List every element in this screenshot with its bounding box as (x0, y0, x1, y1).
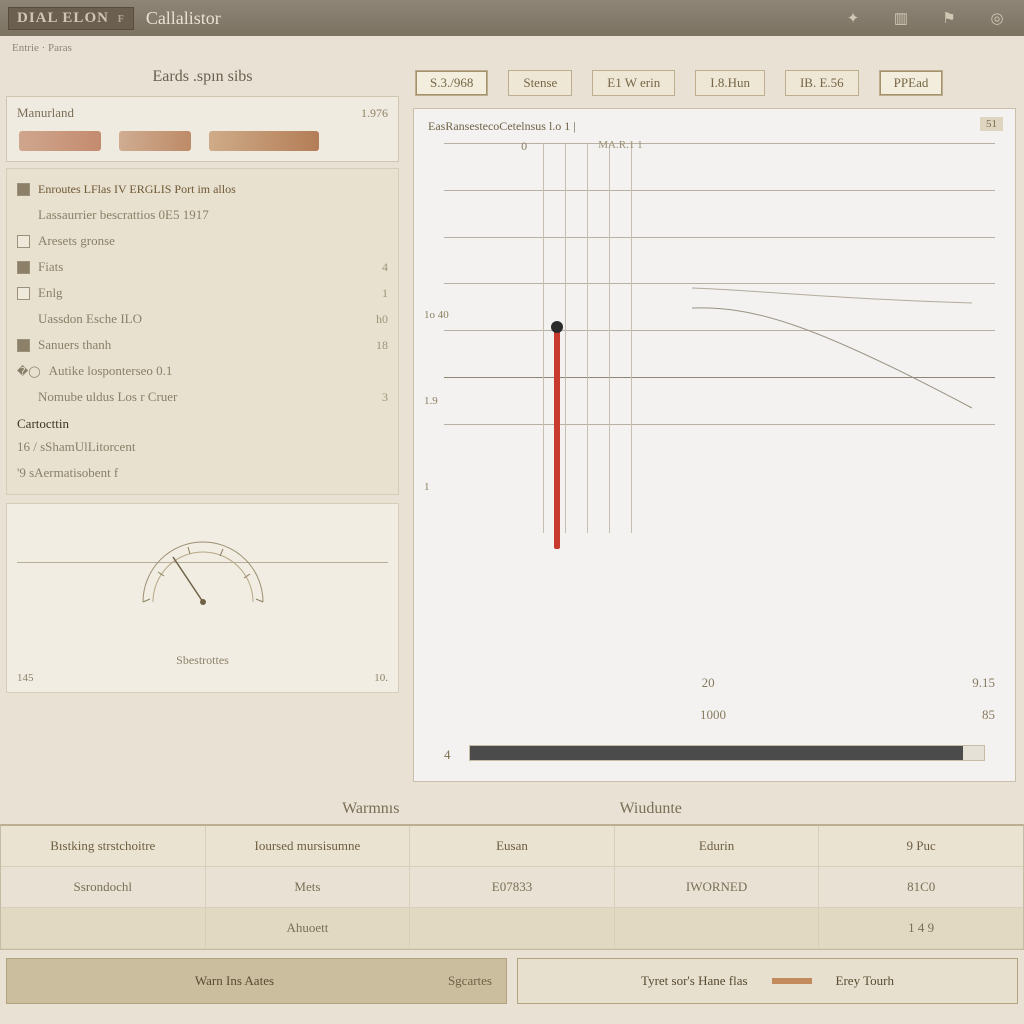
canvas-title: EasRansestecoCetelnsus l.o 1 | (428, 119, 1001, 134)
main-area: S.3./968 Stense E1 W erin I.8.Hun IB. E.56 PP… (405, 60, 1024, 790)
material-box: Manurland 1.976 (6, 96, 399, 162)
gear-icon[interactable]: ◎ (988, 9, 1006, 27)
swatch-1[interactable] (19, 131, 101, 151)
table-cell: 81C0 (819, 867, 1023, 908)
dial-panel: Sbestrottes 145 10. (6, 503, 399, 693)
trace-icon (692, 268, 972, 448)
sidebar-title: Eards .spın sibs (6, 60, 399, 96)
option-value: 4 (382, 260, 388, 275)
option-row[interactable]: Enlg 1 (17, 280, 388, 306)
table-cell (410, 908, 615, 949)
canvas-panel: EasRansestecoCetelnsus l.o 1 | 51 0 MA.R… (413, 108, 1016, 782)
table-cell: Ioursed mursisumne (206, 826, 411, 867)
swatch-2[interactable] (119, 131, 191, 151)
table-cell: Edurin (615, 826, 820, 867)
tab[interactable]: S.3./968 (415, 70, 488, 96)
tab[interactable]: Stense (508, 70, 572, 96)
table-cell: Mets (206, 867, 411, 908)
tab[interactable]: E1 W erin (592, 70, 675, 96)
sidebar: Eards .spın sibs Manurland 1.976 Enroute… (0, 60, 405, 790)
dial-min: 145 (17, 672, 34, 684)
canvas-badge: 51 (980, 117, 1003, 131)
radio-icon[interactable]: �◯ (17, 365, 41, 378)
section-title-left: Warmnıs (342, 790, 399, 824)
option-label: Fiats (38, 259, 63, 275)
dial-max: 10. (374, 672, 388, 684)
table-cell: Ssrondochl (1, 867, 206, 908)
secondary-action-button[interactable]: Tyret sor's Hane flas Erey Tourh (517, 958, 1018, 1004)
option-label: Nomube uldus Los r Cruer (38, 389, 177, 405)
option-row[interactable]: Aresets gronse (17, 228, 388, 254)
table-cell: E07833 (410, 867, 615, 908)
table-cell: Ahuoett (206, 908, 411, 949)
window-title: Callalistor (146, 8, 221, 29)
option-value: h0 (376, 312, 388, 327)
tab-bar: S.3./968 Stense E1 W erin I.8.Hun IB. E.56 PP… (413, 60, 1016, 108)
breadcrumb: Entrie · Paras (0, 36, 1024, 60)
section-title-right: Wiudunte (619, 790, 681, 824)
option-label: Aresets gronse (38, 233, 115, 249)
checkbox-icon[interactable] (17, 339, 30, 352)
option-label: Enlg (38, 285, 63, 301)
tab[interactable]: IB. E.56 (785, 70, 859, 96)
option-label: Autike losponterseo 0.1 (49, 363, 173, 379)
option-row[interactable]: Uassdon Esche ILO h0 (17, 306, 388, 332)
plot-grid: 0 MA.R.1 1 (444, 143, 995, 533)
title-bar: DIAL ELON F Callalistor ✦ ▥ ⚑ ◎ (0, 0, 1024, 36)
option-value: 18 (376, 338, 388, 353)
option-value: 3 (382, 390, 388, 405)
dial-caption: Sbestrottes (176, 653, 229, 668)
tab[interactable]: PPEad (879, 70, 944, 96)
indicator-needle[interactable] (554, 329, 560, 549)
app-badge: DIAL ELON F (8, 7, 134, 30)
option-label: Enroutes LFlas IV ERGLIS Port im allos (38, 182, 236, 197)
option-row[interactable]: �◯ Autike losponterseo 0.1 (17, 358, 388, 384)
table-cell: 9 Puc (819, 826, 1023, 867)
option-label: Sanuers thanh (38, 337, 111, 353)
result-table: Bıstking strstchoitreIoursed mursisumneE… (0, 824, 1024, 950)
dial-gauge-icon (128, 522, 278, 612)
table-cell: 1 4 9 (819, 908, 1023, 949)
sub-option-row[interactable]: '9 sAermatisobent f (17, 460, 388, 486)
options-panel: Enroutes LFlas IV ERGLIS Port im allos La… (6, 168, 399, 495)
pin-icon[interactable]: ✦ (844, 9, 862, 27)
option-row[interactable]: Lassaurrier bescrattios 0E5 1917 (17, 202, 388, 228)
swatch-3[interactable] (209, 131, 319, 151)
table-cell: Eusan (410, 826, 615, 867)
table-cell: Bıstking strstchoitre (1, 826, 206, 867)
option-row[interactable]: Enroutes LFlas IV ERGLIS Port im allos (17, 177, 388, 202)
table-cell (615, 908, 820, 949)
checkbox-icon[interactable] (17, 235, 30, 248)
checkbox-icon[interactable] (17, 261, 30, 274)
option-row[interactable]: Fiats 4 (17, 254, 388, 280)
option-label: Uassdon Esche ILO (38, 311, 142, 327)
progress-bar[interactable] (469, 745, 985, 761)
tab[interactable]: I.8.Hun (695, 70, 765, 96)
sub-option-row[interactable]: 16 / sShamUlLitorcent (17, 434, 388, 460)
option-label: Lassaurrier bescrattios 0E5 1917 (38, 207, 209, 223)
option-row[interactable]: Sanuers thanh 18 (17, 332, 388, 358)
swatch-icon (772, 978, 812, 984)
flag-icon[interactable]: ⚑ (940, 9, 958, 27)
table-cell: IWORNED (615, 867, 820, 908)
primary-action-button[interactable]: Warn Ins Aates Sgcartes (6, 958, 507, 1004)
table-cell (1, 908, 206, 949)
material-value: 1.976 (361, 106, 388, 121)
chart-icon[interactable]: ▥ (892, 9, 910, 27)
option-value: 1 (382, 286, 388, 301)
checkbox-icon[interactable] (17, 183, 30, 196)
checkbox-icon[interactable] (17, 287, 30, 300)
subsection-label: Cartocttin (17, 410, 388, 434)
material-label: Manurland (17, 105, 74, 121)
option-row[interactable]: Nomube uldus Los r Cruer 3 (17, 384, 388, 410)
progress-start: 4 (444, 747, 451, 763)
